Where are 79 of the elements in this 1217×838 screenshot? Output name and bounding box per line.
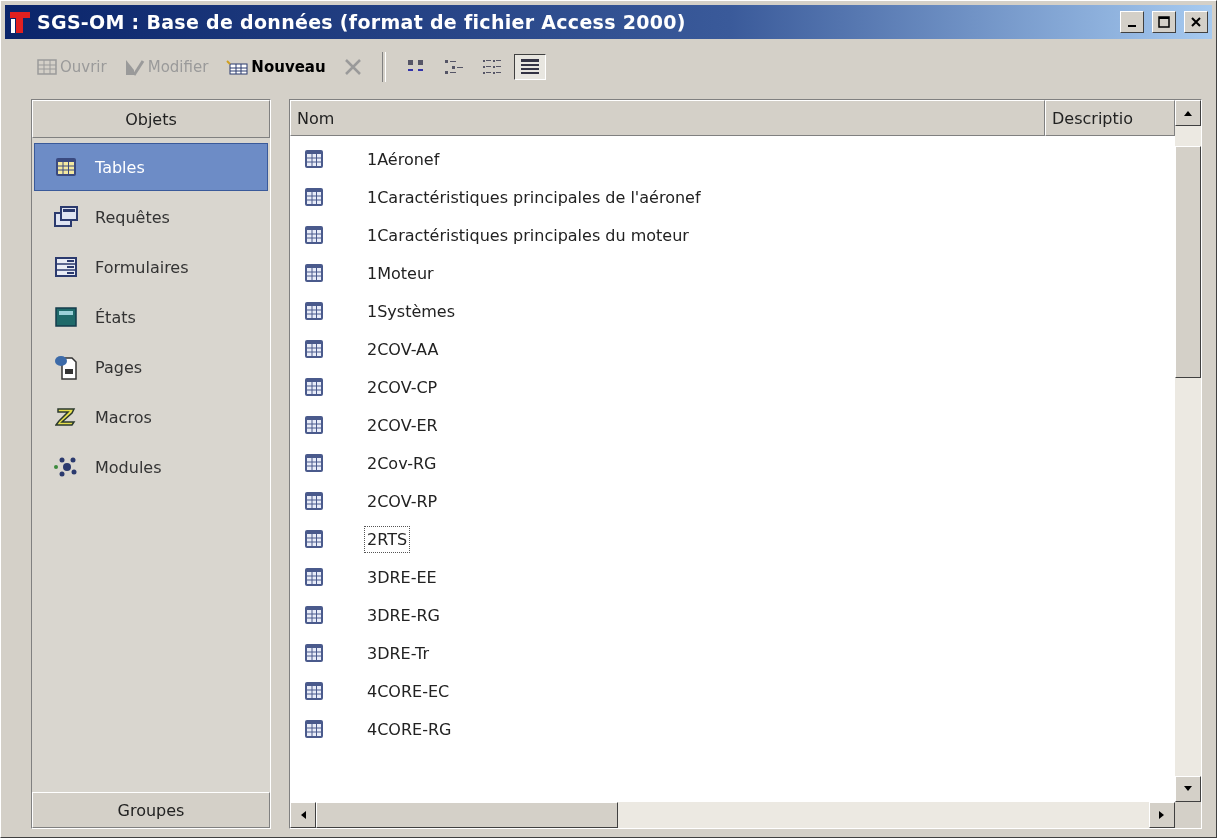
table-name[interactable]: 2COV-CP [364,373,441,401]
app-logo-icon [9,10,31,34]
details-view-icon [519,58,540,76]
table-icon [55,157,77,177]
sidebar-item[interactable]: Pages [34,343,268,391]
module-icon [53,456,79,478]
query-icon [54,206,78,228]
small-icons-view-icon [443,58,464,76]
table-icon [304,377,324,397]
horizontal-scrollbar[interactable] [290,802,1175,828]
ruler-pencil-icon [124,58,145,76]
table-name[interactable]: 2RTS [364,525,411,553]
table-icon [304,415,324,435]
sidebar-item[interactable]: Modules [34,443,268,491]
scroll-up-button[interactable] [1175,100,1201,126]
table-name[interactable]: 3DRE-Tr [364,639,433,667]
view-button[interactable] [513,54,546,80]
sidebar-item[interactable]: États [34,293,268,341]
sidebar-heading: Objets [32,100,270,138]
right-arrow-icon [1158,810,1166,820]
table-icon [304,225,324,245]
table-icon [304,681,324,701]
scroll-left-button[interactable] [290,802,316,828]
window-title: SGS-OM : Base de données (format de fichier Access 2000) [37,11,687,33]
page-icon [54,354,78,380]
up-arrow-icon [1183,109,1193,117]
table-icon [304,491,324,511]
down-arrow-icon [1183,785,1193,793]
macro-icon [55,407,77,427]
table-name[interactable]: 4CORE-EC [364,677,453,705]
table-name[interactable]: 2COV-RP [364,487,441,515]
close-icon [1190,16,1202,28]
scroll-right-button[interactable] [1149,802,1175,828]
sidebar-item[interactable]: Macros [34,393,268,441]
scroll-down-button[interactable] [1175,776,1201,802]
table-name[interactable]: 2Cov-RG [364,449,440,477]
delete-icon [343,58,362,76]
table-icon [304,605,324,625]
table-name[interactable]: 1Aéronef [364,145,443,173]
maximize-button[interactable] [1152,11,1176,33]
table-name[interactable]: 3DRE-EE [364,563,440,591]
table-icon [304,453,324,473]
sidebar-item[interactable]: Requêtes [34,193,268,241]
table-icon [304,529,324,549]
table-icon [37,58,57,76]
minimize-icon [1128,25,1136,27]
table-name[interactable]: 1Caractéristiques principales du moteur [364,221,692,249]
minimize-button[interactable] [1120,11,1144,33]
form-icon [55,257,77,277]
groups-button[interactable]: Groupes [32,792,270,828]
close-button[interactable] [1184,11,1208,33]
table-icon [304,149,324,169]
list-view-icon [481,58,502,76]
table-name[interactable]: 1Moteur [364,259,437,287]
table-icon [304,263,324,283]
column-header[interactable]: Nom [290,100,1045,136]
table-name[interactable]: 2COV-AA [364,335,442,363]
new-button[interactable]: Nouveau [220,54,332,80]
new-table-icon [226,59,249,75]
table-name[interactable]: 2COV-ER [364,411,441,439]
scrollbar-corner [1175,802,1201,828]
column-header[interactable]: Descriptio [1045,100,1175,136]
table-name[interactable]: 1Systèmes [364,297,459,325]
table-icon [304,643,324,663]
scrollbar-thumb[interactable] [316,802,618,828]
table-name[interactable]: 3DRE-RG [364,601,443,629]
vertical-scrollbar[interactable] [1175,100,1201,802]
table-icon [304,339,324,359]
table-icon [304,301,324,321]
maximize-icon [1158,16,1170,28]
table-icon [304,187,324,207]
table-name[interactable]: 1Caractéristiques principales de l'aéronef [364,183,704,211]
scrollbar-thumb[interactable] [1175,146,1201,378]
report-icon [55,307,77,327]
left-arrow-icon [299,810,307,820]
sidebar-item[interactable]: Formulaires [34,243,268,291]
table-name[interactable]: 4CORE-RG [364,715,455,743]
table-icon [304,567,324,587]
table-icon [304,719,324,739]
